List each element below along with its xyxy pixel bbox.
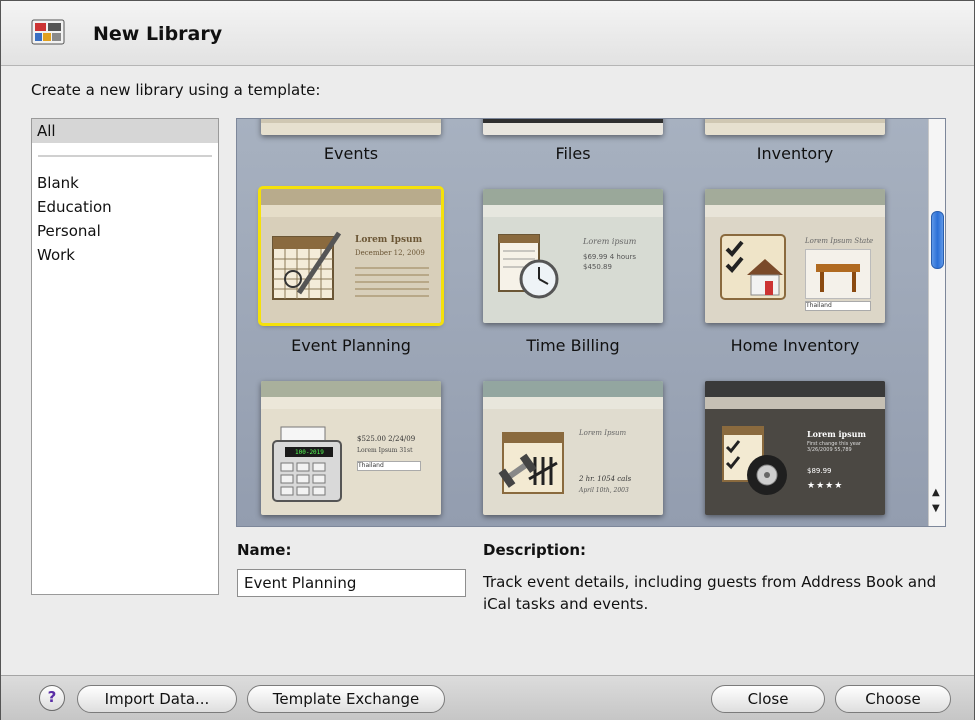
template-label-events[interactable]: Events — [251, 144, 451, 163]
dumbbell-tally-icon — [498, 432, 564, 494]
gallery-scrollbar[interactable]: ▲ ▼ — [928, 119, 945, 526]
scroll-down-arrow[interactable]: ▼ — [932, 503, 940, 514]
template-label-event-planning[interactable]: Event Planning — [251, 336, 451, 355]
preview-amount: $69.99 4 hours — [583, 253, 637, 261]
preview-title: Lorem Ipsum State — [805, 237, 874, 245]
preview-title: Lorem Ipsum — [579, 429, 627, 437]
preview-select: Thailand — [357, 461, 421, 471]
template-gallery[interactable]: Events Files Inventory Lorem Ipsum Decem… — [236, 118, 946, 527]
preview-title: Lorem ipsum — [583, 237, 637, 246]
description-text: Track event details, including guests fr… — [483, 573, 937, 613]
preview-line: $525.00 2/24/09 — [357, 435, 416, 443]
preview-text-lines — [355, 267, 429, 301]
description-label: Description: — [483, 541, 587, 559]
name-input[interactable] — [237, 569, 466, 597]
preview-price: $89.99 — [807, 467, 832, 475]
choose-button[interactable]: Choose — [835, 685, 951, 713]
template-thumb-exercise[interactable]: Lorem Ipsum 2 hr. 1054 cals April 10th, … — [483, 381, 663, 515]
preview-stars: ★★★★ — [807, 481, 844, 491]
template-thumb-home-inventory[interactable]: Lorem Ipsum State Thailand — [705, 189, 885, 323]
preview-calc-display: 100-2019 — [295, 449, 324, 456]
template-exchange-button[interactable]: Template Exchange — [247, 685, 445, 713]
template-thumb-files[interactable] — [483, 119, 663, 135]
category-blank[interactable]: Blank — [32, 171, 218, 195]
table-icon — [816, 264, 860, 292]
new-library-window: New Library Create a new library using a… — [0, 0, 975, 720]
category-personal[interactable]: Personal — [32, 219, 218, 243]
ledger-clock-icon — [498, 234, 559, 299]
preview-line: First change this year 3/26/2009 55,789 — [807, 441, 861, 453]
template-thumb-event-planning[interactable]: Lorem Ipsum December 12, 2009 — [258, 186, 444, 326]
template-thumb-inventory[interactable] — [705, 119, 885, 135]
preview-total: $450.89 — [583, 263, 612, 271]
window-title: New Library — [93, 23, 223, 45]
help-button[interactable]: ? — [39, 685, 65, 711]
category-all[interactable]: All — [32, 119, 218, 143]
template-thumb-budget[interactable]: 100-2019 $525.00 2/24/09 Lorem Ipsum 31s… — [261, 381, 441, 515]
preview-photo — [805, 249, 871, 299]
title-bar: New Library — [1, 1, 974, 66]
category-separator — [38, 155, 212, 157]
preview-date: December 12, 2009 — [355, 249, 425, 257]
template-thumb-events[interactable] — [261, 119, 441, 135]
preview-stat: 2 hr. 1054 cals — [579, 475, 632, 483]
calendar-pen-icon — [272, 231, 342, 300]
house-checklist-icon — [720, 234, 786, 300]
preview-title: Lorem ipsum — [807, 429, 866, 439]
category-education[interactable]: Education — [32, 195, 218, 219]
template-label-home-inventory[interactable]: Home Inventory — [695, 336, 895, 355]
scroll-thumb[interactable] — [931, 211, 944, 269]
template-label-time-billing[interactable]: Time Billing — [473, 336, 673, 355]
preview-sub: Lorem Ipsum 31st — [357, 447, 413, 454]
preview-title: Lorem Ipsum — [355, 235, 423, 245]
template-thumb-time-billing[interactable]: Lorem ipsum $69.99 4 hours $450.89 — [483, 189, 663, 323]
library-app-icon — [31, 19, 65, 45]
template-label-inventory[interactable]: Inventory — [695, 144, 895, 163]
name-label: Name: — [237, 541, 292, 559]
category-work[interactable]: Work — [32, 243, 218, 267]
close-button[interactable]: Close — [711, 685, 825, 713]
import-data-button[interactable]: Import Data... — [77, 685, 237, 713]
template-thumb-vehicle[interactable]: Lorem ipsum First change this year 3/26/… — [705, 381, 885, 515]
car-tire-icon — [722, 426, 787, 495]
preview-select: Thailand — [805, 301, 871, 311]
preview-date: April 10th, 2003 — [579, 487, 629, 494]
category-list[interactable]: All Blank Education Personal Work — [31, 118, 219, 595]
scroll-up-arrow[interactable]: ▲ — [932, 487, 940, 498]
calculator-icon — [272, 426, 342, 502]
template-prompt: Create a new library using a template: — [31, 81, 321, 99]
template-label-files[interactable]: Files — [473, 144, 673, 163]
